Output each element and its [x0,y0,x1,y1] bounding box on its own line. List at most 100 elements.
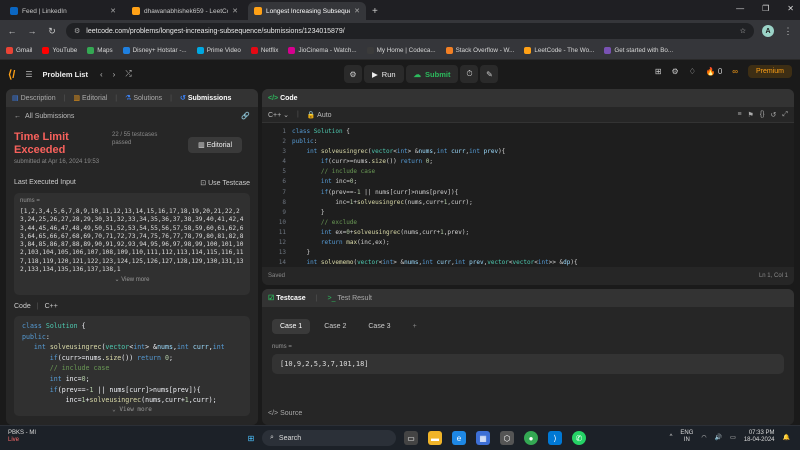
notification-bell-icon[interactable]: 🔔 [783,434,790,441]
bookmark-netflix[interactable]: Netflix [250,47,278,54]
nums-value: [1,2,3,4,5,6,7,8,9,10,11,12,13,14,15,16,… [20,208,244,274]
add-case-button[interactable]: + [405,319,425,334]
store-icon[interactable]: ▦ [476,431,490,445]
file-explorer-icon[interactable]: ▬ [428,431,442,445]
all-submissions-link[interactable]: All Submissions [25,113,74,120]
settings-icon[interactable]: ⚙ [672,67,679,76]
case-3-tab[interactable]: Case 3 [360,319,398,334]
maximize-icon[interactable]: ❐ [762,4,769,13]
shuffle-icon[interactable]: ⤮ [125,69,131,79]
bookmark-youtube[interactable]: YouTube [42,47,77,54]
language-select[interactable]: C++ ⌄ [268,111,289,119]
view-more-label: View more [121,277,150,284]
bookmark-jiocinema[interactable]: JioCinema - Watch... [288,47,357,54]
minimize-icon[interactable]: — [736,4,744,13]
list-icon[interactable]: ☰ [25,70,32,79]
wifi-icon[interactable]: ◠ [701,434,706,441]
fullscreen-icon[interactable]: ⤢ [782,111,788,119]
avatar[interactable]: ∞ [732,67,738,76]
language-indicator[interactable]: ENG IN [680,430,693,444]
autocomplete-toggle[interactable]: 🔒 Auto [307,111,332,119]
browser-tab-lis[interactable]: Longest Increasing Subseque ✕ [248,2,366,20]
browser-tab-leetcode-profile[interactable]: dhawanabhishek659 - LeetCo ✕ [126,2,244,20]
timer-icon[interactable]: ⏱ [460,65,479,83]
bookmark-leetcode[interactable]: LeetCode - The Wo... [524,47,594,54]
profile-avatar[interactable]: A [762,25,774,37]
test-nums-input[interactable]: [10,9,2,5,3,7,101,18] [272,354,784,374]
new-tab-button[interactable]: + [372,6,378,17]
braces-icon[interactable]: {} [760,111,765,119]
problem-list-link[interactable]: Problem List [43,70,88,79]
hotstar-icon [122,47,130,54]
chrome-icon[interactable]: ● [524,431,538,445]
bookmark-maps[interactable]: Maps [87,47,113,54]
prev-problem-icon[interactable]: ‹ [100,70,103,79]
news-widget[interactable]: PBKS - MI Live [8,430,36,444]
url-input[interactable]: ⚙ leetcode.com/problems/longest-increasi… [66,23,754,39]
site-info-icon[interactable]: ⚙ [74,27,80,35]
battery-icon[interactable]: ▭ [730,434,736,441]
volume-icon[interactable]: 🔊 [715,434,722,441]
leetcode-logo-icon[interactable]: ⟨/ [8,68,15,81]
code-tab[interactable]: </> Code [268,95,298,102]
bookmark-prime[interactable]: Prime Video [196,47,241,54]
windows-start-icon[interactable]: ⊞ [244,431,258,445]
lock-icon: 🔒 [306,111,316,119]
tray-chevron-icon[interactable]: ^ [670,434,673,440]
close-icon[interactable]: ✕ [232,7,238,15]
run-button[interactable]: ▶ Run [364,65,404,83]
menu-icon[interactable]: ⋮ [782,26,794,37]
bookmark-star-icon[interactable]: ☆ [740,27,746,35]
case-2-tab[interactable]: Case 2 [316,319,354,334]
premium-button[interactable]: Premium [747,65,792,78]
taskbar-search[interactable]: ⌕ Search [262,430,396,446]
use-testcase-button[interactable]: ⊡ Use Testcase [200,179,250,187]
bookmark-bootstrap[interactable]: Get started with Bo... [604,47,673,54]
link-icon[interactable]: 🔗 [241,112,250,120]
reload-icon[interactable]: ↻ [46,26,58,37]
view-more-button[interactable]: ⌄ View more [20,276,244,283]
tab-testcase[interactable]: ☑ Testcase [268,294,306,302]
editorial-button[interactable]: ▥ Editorial [188,137,242,153]
back-icon[interactable]: ← [6,26,18,36]
vscode-icon[interactable]: ⟩ [548,431,562,445]
notifications-icon[interactable]: ♢ [689,67,696,76]
bookmark-stackoverflow[interactable]: Stack Overflow - W... [445,47,514,54]
streak-count[interactable]: 🔥 0 [706,67,722,76]
code-header: </> Code [262,89,794,107]
close-window-icon[interactable]: ✕ [787,4,794,13]
task-view-icon[interactable]: ▭ [404,431,418,445]
bookmark-hotstar[interactable]: Disney+ Hotstar -... [122,47,187,54]
system-tray: ^ ENG IN ◠ 🔊 ▭ 07:33 PM 18-04-2024 🔔 [670,430,790,444]
app-icon[interactable]: ⬡ [500,431,514,445]
edge-icon[interactable]: e [452,431,466,445]
bookmark-icon[interactable]: ⚑ [748,111,754,119]
code-view-more-button[interactable]: ⌄ View more [14,405,250,416]
code-editor[interactable]: 123456789101112131415 class Solution { p… [262,123,794,267]
source-link[interactable]: </> Source [268,410,302,417]
submit-button[interactable]: ☁ Submit [405,65,459,83]
clock[interactable]: 07:33 PM 18-04-2024 [744,430,775,444]
format-icon[interactable]: ≡ [737,111,741,119]
submitted-code: class Solution { public: int solveusingr… [14,316,250,416]
bookmark-codecademy[interactable]: My Home | Codeca... [366,47,436,54]
tab-editorial[interactable]: ▥ Editorial [73,94,107,102]
notes-icon[interactable]: ✎ [480,65,499,83]
bookmark-gmail[interactable]: Gmail [6,47,32,54]
close-icon[interactable]: ✕ [354,7,360,15]
reset-icon[interactable]: ↺ [771,111,777,119]
next-problem-icon[interactable]: › [113,70,116,79]
tab-description[interactable]: ▤ Description [12,94,56,102]
debug-icon[interactable]: ⚙ [344,65,362,83]
layout-icon[interactable]: ⊞ [655,67,662,76]
tab-submissions[interactable]: ↺ Submissions [180,94,231,102]
forward-icon[interactable]: → [26,26,38,36]
back-arrow-icon[interactable]: ← [14,113,21,120]
case-1-tab[interactable]: Case 1 [272,319,311,334]
tab-test-result[interactable]: >_ Test Result [328,295,372,302]
submit-label: Submit [425,69,451,79]
browser-tab-linkedin[interactable]: Feed | LinkedIn ✕ [4,2,122,20]
close-icon[interactable]: ✕ [110,7,116,15]
whatsapp-icon[interactable]: ✆ [572,431,586,445]
tab-solutions[interactable]: ⚗ Solutions [125,94,162,102]
